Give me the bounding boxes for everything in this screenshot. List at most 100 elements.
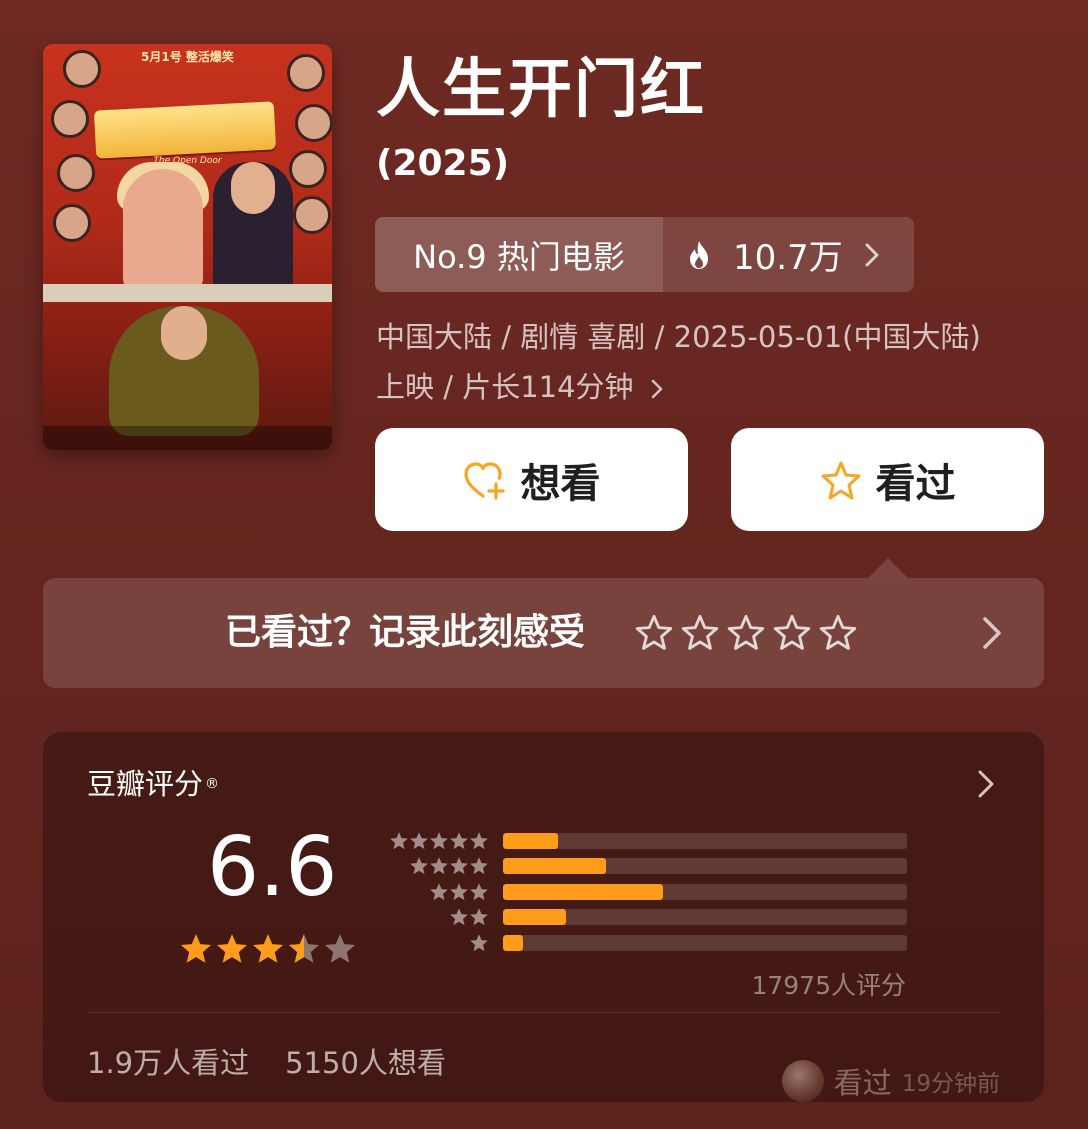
record-pointer (868, 558, 908, 578)
recent-activity-label: 看过 (833, 1066, 892, 1100)
poster-figure (51, 100, 89, 138)
distribution-bar-fill (503, 909, 566, 926)
distribution-bar (503, 883, 907, 900)
star-small-icon (470, 908, 488, 926)
distribution-bar-fill (503, 934, 524, 951)
heart-plus-icon (463, 461, 505, 500)
record-feeling-bar[interactable]: 已看过？记录此刻感受 (43, 578, 1044, 688)
distribution-bar-fill (503, 883, 663, 900)
seen-label: 看过 (875, 460, 956, 507)
rate-star-icon[interactable] (727, 614, 765, 652)
star-small-icon (430, 857, 448, 875)
star-small-icon (410, 857, 428, 875)
rating-count: 17975人评分 (751, 971, 906, 1000)
poster-figure (231, 162, 275, 214)
poster-credits (43, 426, 332, 450)
douban-rating-card[interactable]: 豆瓣评分 ® 6.6 17975人评分 1.9万人看过 5150人想看 看过 19… (43, 732, 1044, 1102)
want-label: 想看 (520, 460, 601, 507)
rating-title-text: 豆瓣评分 (87, 767, 204, 801)
star-filled-icon (216, 934, 248, 963)
distribution-bar-fill (503, 832, 558, 849)
star-half-icon (288, 934, 320, 963)
distribution-bar (503, 934, 907, 951)
watch-stats: 1.9万人看过 5150人想看 (87, 1040, 446, 1082)
divider (87, 1012, 1000, 1013)
distribution-star-label (389, 882, 489, 902)
distribution-row (389, 930, 907, 956)
poster-table (43, 284, 332, 302)
registered-mark: ® (205, 776, 220, 792)
star-empty-icon (324, 934, 356, 963)
star-small-icon (410, 832, 428, 849)
distribution-row (389, 828, 907, 854)
star-filled-icon (252, 934, 284, 963)
recent-activity-time: 19分钟前 (901, 1071, 1000, 1097)
distribution-star-label (389, 831, 489, 851)
poster-figure (123, 169, 203, 289)
star-small-icon (470, 832, 488, 849)
rate-star-icon[interactable] (773, 614, 811, 652)
movie-poster[interactable]: 5月1号 整活爆笑 The Open Door (43, 44, 332, 450)
want-count: 5150人想看 (285, 1046, 446, 1080)
distribution-bar (503, 858, 907, 875)
chevron-right-icon (983, 617, 1001, 649)
avatar (781, 1060, 824, 1102)
distribution-bar-fill (503, 858, 607, 875)
poster-figure (161, 306, 207, 360)
poster-figure (57, 154, 95, 192)
meta-line: 上映 / 片长114分钟 (376, 370, 634, 404)
poster-figure (293, 196, 331, 234)
distribution-star-label (389, 933, 489, 953)
meta-line-2: 上映 / 片长114分钟 (376, 362, 1056, 412)
rank-pill[interactable]: No.9 热门电影 10.7万 (375, 217, 914, 292)
star-small-icon (450, 857, 468, 875)
fire-icon (690, 240, 708, 269)
page-title: 人生开门红 (376, 53, 706, 127)
distribution-row (389, 905, 907, 931)
rating-distribution (389, 828, 907, 956)
rate-star-icon[interactable] (819, 614, 857, 652)
chevron-right-icon (865, 243, 879, 266)
movie-meta[interactable]: 中国大陆 / 剧情 喜剧 / 2025-05-01(中国大陆) 上映 / 片长1… (376, 312, 1056, 412)
chevron-right-icon[interactable] (978, 770, 994, 798)
rating-score: 6.6 (207, 820, 338, 915)
poster-figure (53, 204, 91, 242)
distribution-bar (503, 909, 907, 926)
watched-button[interactable]: 看过 (731, 428, 1044, 531)
star-filled-icon (180, 934, 212, 963)
want-to-watch-button[interactable]: 想看 (375, 428, 688, 531)
distribution-bar (503, 832, 907, 849)
rank-label: No.9 热门电影 (375, 217, 663, 292)
score-stars (179, 932, 357, 966)
poster-figure (287, 54, 325, 92)
distribution-row (389, 879, 907, 905)
heat-indicator[interactable]: 10.7万 (663, 217, 914, 292)
star-small-icon (390, 832, 408, 849)
poster-figure (295, 104, 332, 142)
star-small-icon (450, 883, 468, 900)
rating-title: 豆瓣评分 ® (87, 766, 219, 802)
star-small-icon (470, 883, 488, 900)
distribution-star-label (389, 856, 489, 876)
star-outline-icon (821, 461, 860, 499)
distribution-row (389, 854, 907, 880)
star-small-icon (450, 832, 468, 849)
poster-title-plate (93, 101, 277, 159)
rate-stars[interactable] (635, 614, 857, 652)
chevron-right-icon (651, 379, 663, 399)
meta-line: 中国大陆 / 剧情 喜剧 / 2025-05-01(中国大陆) (376, 320, 981, 354)
rate-star-icon[interactable] (635, 614, 673, 652)
release-year: (2025) (376, 143, 510, 184)
heat-count: 10.7万 (733, 238, 843, 278)
seen-count: 1.9万人看过 (87, 1046, 250, 1080)
distribution-star-label (389, 907, 489, 927)
poster-figure (289, 150, 327, 188)
star-small-icon (430, 832, 448, 849)
poster-figure (63, 50, 101, 88)
star-small-icon (470, 934, 488, 951)
star-small-icon (470, 857, 488, 875)
star-small-icon (450, 908, 468, 926)
star-small-icon (430, 883, 448, 900)
rate-star-icon[interactable] (681, 614, 719, 652)
recent-activity[interactable]: 看过 19分钟前 (781, 1060, 1000, 1102)
